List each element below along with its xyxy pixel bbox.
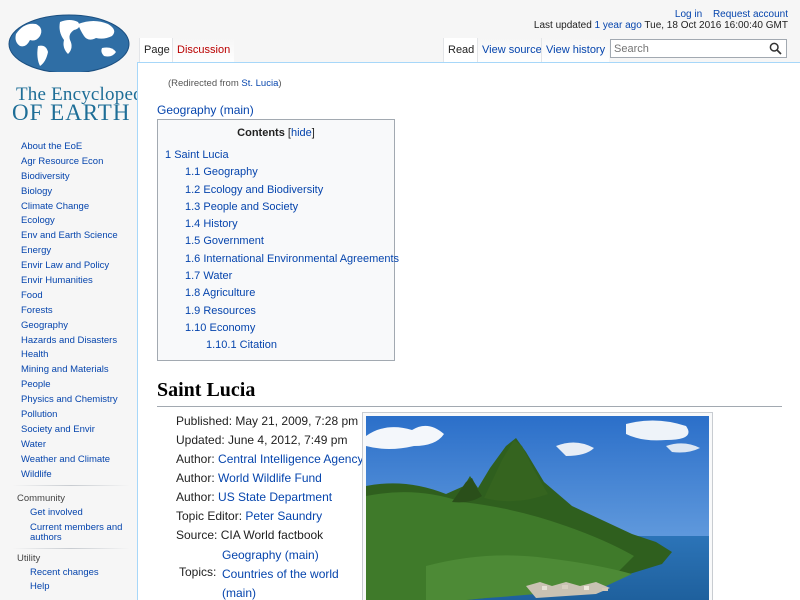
topic-link[interactable]: Countries of the world <box>222 567 339 581</box>
sidebar-item-weather-climate[interactable]: Weather and Climate <box>0 453 138 468</box>
toc-item[interactable]: 1.7 Water <box>158 268 399 285</box>
sidebar-item-about[interactable]: About the EoE <box>0 140 138 155</box>
sidebar-item-forests[interactable]: Forests <box>0 304 138 319</box>
last-updated: Last updated 1 year ago Tue, 18 Oct 2016… <box>533 20 788 31</box>
toc-item[interactable]: 1.8 Agriculture <box>158 285 399 302</box>
sidebar-item-envir-humanities[interactable]: Envir Humanities <box>0 274 138 289</box>
tab-view-history[interactable]: View history <box>541 38 610 63</box>
search-box <box>610 39 787 58</box>
toc-list: 1 Saint Lucia 1.1 Geography 1.2 Ecology … <box>158 147 399 355</box>
sidebar-item-food[interactable]: Food <box>0 289 138 304</box>
toc-item[interactable]: 1.9 Resources <box>158 303 399 320</box>
toc-item[interactable]: 1.6 International Environmental Agreemen… <box>158 251 399 268</box>
page-title: Saint Lucia <box>157 379 256 401</box>
sidebar-item-env-earth-science[interactable]: Env and Earth Science <box>0 229 138 244</box>
article-image-frame <box>362 412 713 600</box>
sidebar-item-energy[interactable]: Energy <box>0 244 138 259</box>
topic-link[interactable]: Geography (main) <box>222 548 319 562</box>
sidebar-item-recent-changes[interactable]: Recent changes <box>0 567 138 579</box>
toc-item[interactable]: 1.2 Ecology and Biodiversity <box>158 182 399 199</box>
topics-label: Topics: <box>179 565 217 579</box>
author-link[interactable]: Central Intelligence Agency <box>218 452 363 466</box>
globe-logo-icon <box>8 14 130 72</box>
sidebar-item-climate-change[interactable]: Climate Change <box>0 200 138 215</box>
sidebar-navigation: About the EoE Agr Resource Econ Biodiver… <box>0 140 138 482</box>
search-input[interactable] <box>611 40 766 57</box>
toc-item[interactable]: 1.5 Government <box>158 233 399 250</box>
tab-discussion[interactable]: Discussion <box>172 38 235 63</box>
logo-text-bottom: OF EARTH <box>12 100 131 125</box>
sidebar-item-health[interactable]: Health <box>0 348 138 363</box>
toc-item[interactable]: 1 Saint Lucia <box>158 147 399 164</box>
tab-read[interactable]: Read <box>443 38 479 63</box>
author-row: Author: Central Intelligence Agency <box>176 452 364 466</box>
author-row: Author: World Wildlife Fund <box>176 471 322 485</box>
title-divider <box>157 406 782 407</box>
sidebar-item-people[interactable]: People <box>0 378 138 393</box>
category-link[interactable]: Geography (main) <box>157 103 254 117</box>
sidebar-item-biology[interactable]: Biology <box>0 185 138 200</box>
main-content: (Redirected from St. Lucia) Geography (m… <box>137 62 800 600</box>
sidebar-item-wildlife[interactable]: Wildlife <box>0 468 138 483</box>
sidebar-divider <box>12 485 130 486</box>
site-logo[interactable]: The Encyclopedia OF EARTH <box>6 10 157 125</box>
sidebar-item-help[interactable]: Help <box>0 582 138 593</box>
sidebar-item-agr-resource-econ[interactable]: Agr Resource Econ <box>0 155 138 170</box>
published-date: Published: May 21, 2009, 7:28 pm <box>176 414 359 428</box>
login-link[interactable]: Log in <box>675 9 702 20</box>
toc-item[interactable]: 1.10.1 Citation <box>158 337 399 354</box>
sidebar-item-water[interactable]: Water <box>0 438 138 453</box>
last-updated-link[interactable]: 1 year ago <box>595 20 642 31</box>
toc-item[interactable]: 1.1 Geography <box>158 164 399 181</box>
tab-page[interactable]: Page <box>139 38 174 63</box>
toc-item[interactable]: 1.10 Economy <box>158 320 399 337</box>
redirect-source-link[interactable]: St. Lucia <box>241 78 278 89</box>
author-link[interactable]: World Wildlife Fund <box>218 471 322 485</box>
table-of-contents: Contents [hide] 1 Saint Lucia 1.1 Geogra… <box>157 119 399 361</box>
sidebar-item-get-involved[interactable]: Get involved <box>0 508 138 519</box>
sidebar-item-mining-materials[interactable]: Mining and Materials <box>0 363 138 378</box>
topic-editor-link[interactable]: Peter Saundry <box>245 509 322 523</box>
community-links: Get involved Current members and authors <box>0 508 138 544</box>
toc-item[interactable]: 1.3 People and Society <box>158 199 399 216</box>
sidebar-divider <box>12 548 130 549</box>
sidebar-item-hazards-disasters[interactable]: Hazards and Disasters <box>0 334 138 349</box>
search-icon[interactable] <box>769 42 782 55</box>
sidebar-item-ecology[interactable]: Ecology <box>0 214 138 229</box>
sidebar-item-envir-law-policy[interactable]: Envir Law and Policy <box>0 259 138 274</box>
sidebar-item-pollution[interactable]: Pollution <box>0 408 138 423</box>
sidebar-item-current-members[interactable]: Current members and authors <box>0 522 138 544</box>
topic-link[interactable]: (main) <box>222 586 256 600</box>
toc-hide-toggle[interactable]: hide <box>291 127 312 139</box>
sidebar-item-physics-chemistry[interactable]: Physics and Chemistry <box>0 393 138 408</box>
author-row: Author: US State Department <box>176 490 333 504</box>
toc-title: Contents [hide] <box>237 127 315 139</box>
author-link[interactable]: US State Department <box>218 490 332 504</box>
sidebar: About the EoE Agr Resource Econ Biodiver… <box>0 140 138 597</box>
topic-editor-row: Topic Editor: Peter Saundry <box>176 509 323 523</box>
utility-heading: Utility <box>17 552 41 564</box>
tab-view-source[interactable]: View source <box>477 38 546 63</box>
sidebar-item-society-envir[interactable]: Society and Envir <box>0 423 138 438</box>
request-account-link[interactable]: Request account <box>713 9 788 20</box>
sidebar-item-geography[interactable]: Geography <box>0 319 138 334</box>
community-heading: Community <box>17 493 66 505</box>
source-row: Source: CIA World factbook <box>176 528 324 542</box>
utility-links: Recent changes Help <box>0 567 138 593</box>
redirect-notice: (Redirected from St. Lucia) <box>168 78 282 89</box>
personal-tools: Log in Request account <box>667 9 788 20</box>
article-metadata: Published: May 21, 2009, 7:28 pm Updated… <box>176 412 363 545</box>
updated-date: Updated: June 4, 2012, 7:49 pm <box>176 433 348 447</box>
saint-lucia-pitons-photo[interactable] <box>366 416 709 600</box>
sidebar-item-biodiversity[interactable]: Biodiversity <box>0 170 138 185</box>
toc-item[interactable]: 1.4 History <box>158 216 399 233</box>
